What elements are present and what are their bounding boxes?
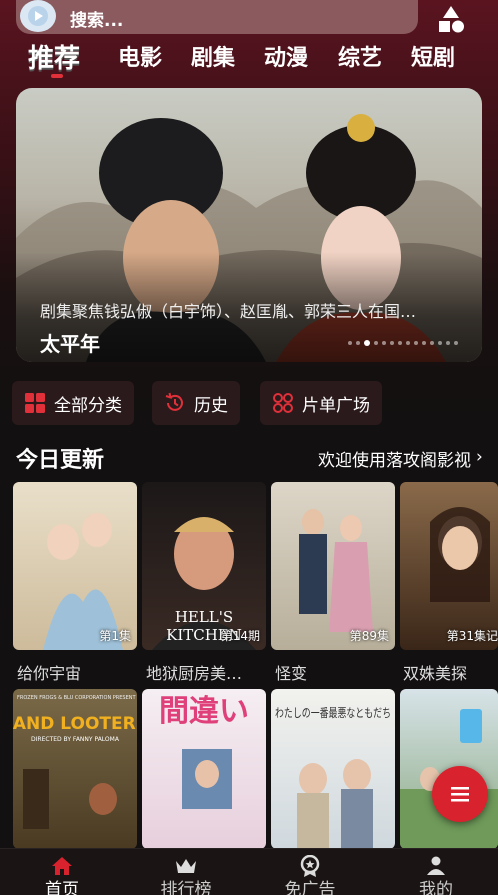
poster-top-text: FROZEN FROGS & BLU CORPORATION PRESENT bbox=[17, 695, 136, 701]
tab-anime[interactable]: 动漫 bbox=[264, 40, 308, 72]
carousel-dot[interactable] bbox=[356, 341, 360, 345]
video-card[interactable]: 間違い bbox=[142, 689, 266, 849]
all-categories-label: 全部分类 bbox=[54, 395, 122, 416]
poster-image: FROZEN FROGS & BLU CORPORATION PRESENT L… bbox=[13, 695, 137, 829]
nav-profile-label: 我的 bbox=[419, 880, 453, 895]
poster-image: 間違い bbox=[159, 694, 249, 809]
video-card[interactable]: わたしの一番最悪なともだち bbox=[271, 689, 395, 849]
search-bar[interactable]: 搜索... bbox=[16, 0, 418, 34]
chevron-right-icon[interactable]: › bbox=[476, 447, 483, 467]
carousel-dot[interactable] bbox=[390, 341, 394, 345]
episode-badge: 第1集 bbox=[99, 629, 131, 643]
featured-banner[interactable]: 剧集聚焦钱弘俶（白宇饰）、赵匡胤、郭荣三人在国… 太平年 bbox=[16, 88, 482, 362]
video-title[interactable]: 双姝美探 bbox=[403, 660, 498, 684]
bottom-navigation: 首页 排行榜 免广告 我的 bbox=[0, 848, 498, 895]
tab-short-drama[interactable]: 短剧 bbox=[411, 40, 455, 72]
search-input[interactable]: 搜索... bbox=[70, 6, 123, 31]
menu-icon bbox=[451, 787, 469, 802]
poster-title: LAND LOOTERS bbox=[13, 714, 137, 734]
all-categories-button[interactable]: 全部分类 bbox=[12, 381, 134, 425]
poster-image bbox=[299, 509, 373, 632]
poster-image bbox=[43, 513, 123, 650]
poster-subtitle: DIRECTED BY FANNY PALOMA bbox=[31, 736, 120, 743]
poster-title: 間違い bbox=[159, 694, 249, 729]
carousel-dot[interactable] bbox=[430, 341, 434, 345]
banner-description: 剧集聚焦钱弘俶（白宇饰）、赵匡胤、郭荣三人在国… bbox=[40, 302, 417, 321]
episode-badge: 第14期 bbox=[220, 629, 260, 643]
home-icon bbox=[52, 857, 72, 875]
poster-image bbox=[430, 507, 490, 602]
video-card[interactable]: FROZEN FROGS & BLU CORPORATION PRESENT L… bbox=[13, 689, 137, 849]
episode-badge: 第31集记 bbox=[446, 629, 498, 643]
tab-variety[interactable]: 综艺 bbox=[338, 40, 382, 72]
playlist-plaza-label: 片单广场 bbox=[302, 395, 370, 416]
crown-icon bbox=[176, 859, 196, 873]
carousel-dot[interactable] bbox=[374, 341, 378, 345]
video-title[interactable]: 给你宇宙 bbox=[17, 660, 141, 684]
carousel-dot[interactable] bbox=[446, 341, 450, 345]
app-logo-icon bbox=[20, 0, 56, 32]
video-card[interactable]: 第31集记 bbox=[400, 482, 498, 650]
carousel-dot[interactable] bbox=[422, 341, 426, 345]
nav-home-label: 首页 bbox=[45, 880, 79, 895]
nav-ranking[interactable]: 排行榜 bbox=[136, 849, 236, 895]
carousel-dot[interactable] bbox=[414, 341, 418, 345]
section-title: 今日更新 bbox=[16, 448, 105, 473]
poster-image: HELL'S KITCHEN bbox=[152, 517, 256, 650]
svg-text:HELL'S: HELL'S bbox=[175, 608, 233, 626]
category-tabs: 推荐 电影 剧集 动漫 综艺 短剧 bbox=[0, 40, 498, 80]
carousel-dot[interactable] bbox=[364, 340, 370, 346]
tab-movies[interactable]: 电影 bbox=[118, 40, 162, 72]
poster-title: わたしの一番最悪なともだち bbox=[275, 706, 391, 720]
ad-free-icon bbox=[300, 855, 320, 877]
menu-fab-button[interactable] bbox=[432, 766, 488, 822]
carousel-dot[interactable] bbox=[454, 341, 458, 345]
tab-recommend[interactable]: 推荐 bbox=[28, 38, 80, 75]
video-card[interactable]: 第89集 bbox=[271, 482, 395, 650]
nav-ranking-label: 排行榜 bbox=[160, 880, 212, 895]
video-title[interactable]: 怪变 bbox=[275, 660, 399, 684]
carousel-dot[interactable] bbox=[438, 341, 442, 345]
tab-series[interactable]: 剧集 bbox=[191, 40, 235, 72]
nav-profile[interactable]: 我的 bbox=[386, 849, 486, 895]
history-icon bbox=[165, 392, 183, 411]
video-card[interactable]: HELL'S KITCHEN 第14期 bbox=[142, 482, 266, 650]
active-tab-indicator bbox=[51, 74, 63, 78]
history-button[interactable]: 历史 bbox=[152, 381, 240, 425]
nav-ad-free-label: 免广告 bbox=[284, 880, 336, 895]
profile-icon bbox=[427, 856, 445, 875]
video-title[interactable]: 地狱厨房美… bbox=[146, 660, 270, 684]
nav-ad-free[interactable]: 免广告 bbox=[260, 849, 360, 895]
history-label: 历史 bbox=[194, 395, 228, 416]
banner-title: 太平年 bbox=[40, 332, 100, 356]
episode-badge: 第89集 bbox=[349, 629, 389, 643]
nav-home[interactable]: 首页 bbox=[12, 849, 112, 895]
playlist-plaza-button[interactable]: 片单广场 bbox=[260, 381, 382, 425]
playlist-icon bbox=[273, 393, 293, 413]
carousel-dot[interactable] bbox=[406, 341, 410, 345]
poster-image: わたしの一番最悪なともだち bbox=[275, 706, 391, 849]
carousel-dot[interactable] bbox=[348, 341, 352, 345]
video-card[interactable]: 第1集 bbox=[13, 482, 137, 650]
section-link[interactable]: 欢迎使用落攻阁影视 bbox=[318, 446, 471, 471]
carousel-dot[interactable] bbox=[382, 341, 386, 345]
carousel-indicator bbox=[348, 340, 458, 346]
grid-icon bbox=[25, 393, 45, 413]
carousel-dot[interactable] bbox=[398, 341, 402, 345]
categories-shapes-icon[interactable] bbox=[436, 4, 466, 36]
